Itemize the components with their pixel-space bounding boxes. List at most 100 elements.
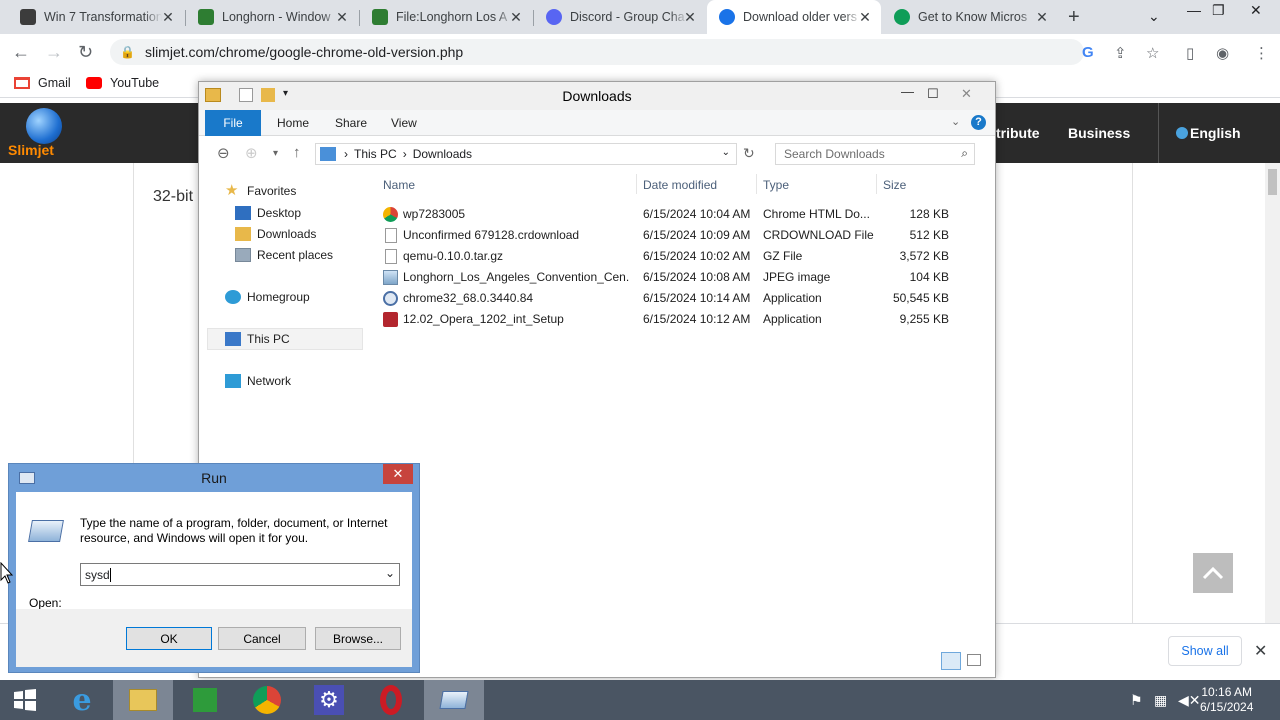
taskbar-settings[interactable]: ⚙: [299, 680, 359, 720]
new-folder-icon[interactable]: [261, 88, 275, 102]
share-icon[interactable]: ⇪: [1114, 44, 1127, 62]
browser-tab[interactable]: Win 7 Transformation ✕: [8, 0, 184, 34]
minimize-icon[interactable]: —: [901, 84, 914, 99]
run-titlebar[interactable]: Run: [9, 464, 419, 492]
column-size[interactable]: Size: [883, 178, 906, 192]
nav-distribute[interactable]: tribute: [996, 125, 1040, 141]
close-icon[interactable]: ✕: [1034, 9, 1050, 26]
address-dropdown-icon[interactable]: ⌄: [722, 147, 730, 158]
close-icon[interactable]: ✕: [334, 9, 350, 26]
address-bar[interactable]: › This PC › Downloads ⌄: [315, 143, 737, 165]
column-date-modified[interactable]: Date modified: [643, 178, 717, 192]
close-icon[interactable]: ✕: [508, 9, 524, 26]
taskbar-file-explorer[interactable]: [113, 680, 173, 720]
restore-icon[interactable]: ❐: [1212, 2, 1225, 19]
nav-language[interactable]: English: [1176, 125, 1241, 141]
tab-search-icon[interactable]: ⌄: [1148, 8, 1160, 25]
action-center-flag-icon[interactable]: ⚑: [1130, 692, 1143, 709]
back-icon[interactable]: ⊖: [217, 144, 230, 162]
browser-tab-active[interactable]: Download older vers ✕: [707, 0, 881, 34]
taskbar-opera[interactable]: [361, 680, 421, 720]
file-row[interactable]: wp7283005 6/15/2024 10:04 AM Chrome HTML…: [379, 204, 959, 225]
bookmark-youtube[interactable]: YouTube: [86, 76, 159, 90]
explorer-titlebar[interactable]: Downloads: [199, 82, 995, 110]
scroll-to-top-button[interactable]: [1193, 553, 1233, 593]
system-clock[interactable]: 10:16 AM 6/15/2024: [1200, 685, 1253, 715]
quick-access-dropdown-icon[interactable]: ▾: [283, 88, 288, 99]
minimize-icon[interactable]: —: [1187, 2, 1201, 18]
new-tab-button[interactable]: +: [1068, 6, 1080, 29]
sidebar-favorites[interactable]: ★ Favorites: [225, 183, 296, 198]
tab-home[interactable]: Home: [265, 110, 321, 136]
browser-tab[interactable]: Discord - Group Cha ✕: [534, 0, 706, 34]
taskbar-chrome[interactable]: [237, 680, 297, 720]
browser-tab[interactable]: File:Longhorn Los A ✕: [360, 0, 532, 34]
file-row[interactable]: 12.02_Opera_1202_int_Setup 6/15/2024 10:…: [379, 309, 959, 330]
tab-share[interactable]: Share: [323, 110, 379, 136]
properties-icon[interactable]: [239, 88, 253, 102]
close-icon[interactable]: ✕: [857, 9, 873, 26]
close-window-icon[interactable]: ✕: [961, 86, 972, 102]
side-panel-icon[interactable]: ▯: [1186, 44, 1194, 62]
cancel-button[interactable]: Cancel: [218, 627, 306, 650]
reload-icon[interactable]: ↻: [78, 42, 93, 63]
scrollbar-thumb[interactable]: [1268, 169, 1277, 195]
details-view-icon[interactable]: [941, 652, 961, 670]
open-input[interactable]: sysd ⌄: [80, 563, 400, 586]
close-icon[interactable]: ✕: [160, 9, 176, 26]
close-icon[interactable]: ✕: [1254, 641, 1267, 661]
sidebar-item-recent[interactable]: Recent places: [235, 248, 333, 262]
recent-locations-icon[interactable]: ▾: [273, 148, 278, 159]
nav-business[interactable]: Business: [1068, 125, 1130, 141]
slimjet-logo[interactable]: Slimjet: [6, 106, 80, 160]
refresh-icon[interactable]: ↻: [743, 145, 755, 162]
chevron-down-icon[interactable]: ⌄: [385, 566, 395, 580]
column-name[interactable]: Name: [383, 178, 415, 192]
breadcrumb-downloads[interactable]: Downloads: [413, 147, 472, 161]
maximize-icon[interactable]: ☐: [927, 86, 939, 102]
large-icons-view-icon[interactable]: [967, 654, 981, 666]
address-bar[interactable]: 🔒 slimjet.com/chrome/google-chrome-old-v…: [110, 39, 1084, 65]
file-row[interactable]: Unconfirmed 679128.crdownload 6/15/2024 …: [379, 225, 959, 246]
close-window-icon[interactable]: ✕: [1250, 2, 1262, 19]
page-scrollbar[interactable]: [1265, 163, 1280, 623]
forward-icon[interactable]: ⊕: [245, 144, 258, 162]
back-icon[interactable]: ←: [12, 42, 30, 63]
google-lens-icon[interactable]: G: [1082, 44, 1094, 61]
sidebar-homegroup[interactable]: Homegroup: [225, 290, 310, 304]
start-button[interactable]: [0, 680, 50, 720]
tab-view[interactable]: View: [379, 110, 429, 136]
sidebar-item-downloads[interactable]: Downloads: [235, 227, 316, 241]
sidebar-item-desktop[interactable]: Desktop: [235, 206, 301, 220]
volume-muted-icon[interactable]: ◀✕: [1178, 692, 1201, 709]
browse-button[interactable]: Browse...: [315, 627, 401, 650]
taskbar-store[interactable]: [175, 680, 235, 720]
tab-file[interactable]: File: [205, 110, 261, 136]
sidebar-network[interactable]: Network: [225, 374, 291, 388]
menu-icon[interactable]: ⋮: [1254, 44, 1269, 62]
taskbar-run[interactable]: [424, 680, 484, 720]
search-input[interactable]: Search Downloads ⌕: [775, 143, 975, 165]
forward-icon[interactable]: →: [45, 42, 63, 63]
bookmark-gmail[interactable]: Gmail: [14, 76, 71, 90]
up-icon[interactable]: ↑: [293, 144, 301, 161]
file-row[interactable]: qemu-0.10.0.tar.gz 6/15/2024 10:02 AM GZ…: [379, 246, 959, 267]
browser-tab[interactable]: Longhorn - Window ✕: [186, 0, 358, 34]
breadcrumb-this-pc[interactable]: This PC: [354, 147, 397, 161]
help-icon[interactable]: ?: [971, 115, 986, 130]
column-type[interactable]: Type: [763, 178, 789, 192]
file-row[interactable]: chrome32_68.0.3440.84 6/15/2024 10:14 AM…: [379, 288, 959, 309]
network-tray-icon[interactable]: ▦: [1154, 692, 1167, 709]
file-row[interactable]: Longhorn_Los_Angeles_Convention_Cen... 6…: [379, 267, 959, 288]
profile-icon[interactable]: ◉: [1216, 44, 1229, 62]
close-icon[interactable]: ✕: [682, 9, 698, 26]
taskbar-internet-explorer[interactable]: e: [52, 680, 112, 720]
expand-ribbon-icon[interactable]: ⌄: [951, 115, 960, 128]
ok-button[interactable]: OK: [126, 627, 212, 650]
lock-icon[interactable]: 🔒: [120, 45, 135, 59]
show-all-button[interactable]: Show all: [1168, 636, 1242, 666]
browser-tab[interactable]: Get to Know Micros ✕: [882, 0, 1058, 34]
bookmark-star-icon[interactable]: ☆: [1146, 44, 1159, 62]
sidebar-this-pc[interactable]: This PC: [225, 332, 290, 346]
close-icon[interactable]: ✕: [383, 464, 413, 484]
